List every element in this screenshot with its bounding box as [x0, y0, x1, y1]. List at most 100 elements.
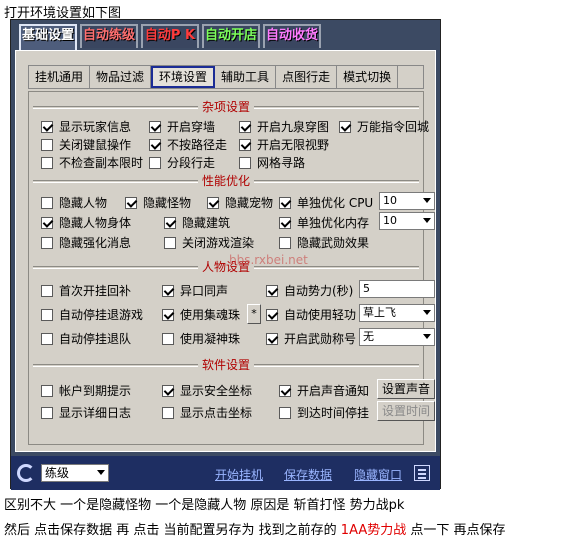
memory-select[interactable]: 10 — [379, 212, 435, 230]
tab-point-walk[interactable]: 点图行走 — [276, 66, 338, 88]
checkbox-icon[interactable] — [207, 196, 219, 209]
checkbox-optimize-memory[interactable]: 单独优化内存 — [279, 214, 369, 231]
checkbox-wall-pass[interactable]: 开启穿墙 — [149, 118, 215, 135]
checkbox-show-player-info[interactable]: 显示玩家信息 — [41, 118, 131, 135]
checkbox-icon[interactable] — [41, 156, 53, 169]
misc-section-title: 杂项设置 — [29, 98, 423, 115]
checkbox-no-dungeon-limit[interactable]: 不检查副本限时 — [41, 154, 143, 171]
checkbox-hide-monsters[interactable]: 隐藏怪物 — [125, 194, 191, 211]
checkbox-icon[interactable] — [41, 384, 53, 397]
checkbox-icon[interactable] — [149, 120, 161, 133]
checkbox-auto-qinggong[interactable]: 自动使用轻功 — [266, 306, 356, 323]
checkbox-icon[interactable] — [162, 332, 174, 345]
tab-general[interactable]: 挂机通用 — [29, 66, 91, 88]
checkbox-icon[interactable] — [279, 384, 291, 397]
checkbox-hide-pets[interactable]: 隐藏宠物 — [207, 194, 273, 211]
checkbox-icon[interactable] — [339, 120, 351, 133]
tab-auto-leveling[interactable]: 自动练级 — [80, 24, 138, 48]
checkbox-icon[interactable] — [41, 332, 53, 345]
checkbox-disable-input[interactable]: 关闭键鼠操作 — [41, 136, 131, 153]
checkbox-icon[interactable] — [41, 308, 53, 321]
tab-tools[interactable]: 辅助工具 — [215, 66, 277, 88]
tab-item-filter[interactable]: 物品过滤 — [90, 66, 152, 88]
checkbox-infinite-view[interactable]: 开启无限视野 — [239, 136, 329, 153]
checkbox-hide-honor-effect[interactable]: 隐藏武勋效果 — [279, 234, 369, 251]
qinggong-select[interactable]: 草上飞 — [359, 304, 435, 322]
checkbox-icon[interactable] — [266, 284, 278, 297]
checkbox-icon[interactable] — [279, 196, 291, 209]
checkbox-icon[interactable] — [279, 216, 291, 229]
checkbox-icon[interactable] — [266, 308, 278, 321]
checkbox-icon[interactable] — [162, 406, 174, 419]
checkbox-disable-render[interactable]: 关闭游戏渲染 — [164, 234, 254, 251]
checkbox-icon[interactable] — [279, 406, 291, 419]
checkbox-grid-path[interactable]: 网格寻路 — [239, 154, 305, 171]
checkbox-icon[interactable] — [41, 196, 53, 209]
sub-tabs: 挂机通用 物品过滤 环境设置 辅助工具 点图行走 模式切换 — [28, 65, 424, 89]
cpu-select[interactable]: 10 — [379, 192, 435, 210]
tab-auto-pk[interactable]: 自动P K — [141, 24, 199, 48]
power-seconds-input[interactable]: 5 — [359, 280, 435, 298]
checkbox-sound-notify[interactable]: 开启声音通知 — [279, 382, 369, 399]
checkbox-icon[interactable] — [41, 216, 53, 229]
checkbox-no-path[interactable]: 不按路径走 — [149, 136, 227, 153]
checkbox-icon[interactable] — [149, 138, 161, 151]
checkbox-honor-title[interactable]: 开启武勋称号 — [266, 330, 356, 347]
checkbox-icon[interactable] — [41, 138, 53, 151]
checkbox-icon[interactable] — [239, 138, 251, 151]
bot-window: 基础设置 自动练级 自动P K 自动开店 自动收货 挂机通用 物品过滤 环境设置… — [10, 19, 441, 490]
checkbox-time-stop[interactable]: 到达时间停挂 — [279, 404, 369, 421]
checkbox-icon[interactable] — [279, 236, 291, 249]
checkbox-icon[interactable] — [162, 308, 174, 321]
checkbox-expiry-reminder[interactable]: 帐户到期提示 — [41, 382, 131, 399]
checkbox-safe-coords[interactable]: 显示安全坐标 — [162, 382, 252, 399]
checkbox-universal-recall[interactable]: 万能指令回城 — [339, 118, 429, 135]
checkbox-hide-player-body[interactable]: 隐藏人物身体 — [41, 214, 131, 231]
checkbox-icon[interactable] — [266, 332, 278, 345]
tab-auto-purchase[interactable]: 自动收货 — [263, 24, 321, 48]
settings-panel: 挂机通用 物品过滤 环境设置 辅助工具 点图行走 模式切换 杂项设置 显示玩家信… — [15, 50, 436, 452]
watermark-text: bbs.rxbei.net — [229, 253, 308, 267]
checkbox-stop-leave-team[interactable]: 自动停挂退队 — [41, 330, 131, 347]
checkbox-click-coords[interactable]: 显示点击坐标 — [162, 404, 252, 421]
chevron-down-icon — [423, 198, 431, 203]
checkbox-hide-players[interactable]: 隐藏人物 — [41, 194, 107, 211]
tab-mode-switch[interactable]: 模式切换 — [337, 66, 399, 88]
checkbox-icon[interactable] — [41, 236, 53, 249]
set-sound-button[interactable]: 设置声音 — [377, 379, 435, 399]
checkbox-icon[interactable] — [149, 156, 161, 169]
checkbox-detailed-log[interactable]: 显示详细日志 — [41, 404, 131, 421]
checkbox-icon[interactable] — [41, 284, 53, 297]
checkbox-optimize-cpu[interactable]: 单独优化 CPU — [279, 194, 373, 211]
mode-select[interactable]: 练级 — [41, 464, 109, 482]
checkbox-use-focus-orb[interactable]: 使用凝神珠 — [162, 330, 240, 347]
checkbox-stop-exit-game[interactable]: 自动停挂退游戏 — [41, 306, 143, 323]
hide-window-button[interactable]: 隐藏窗口 — [354, 466, 402, 483]
checkbox-icon[interactable] — [162, 384, 174, 397]
checkbox-hide-buildings[interactable]: 隐藏建筑 — [164, 214, 230, 231]
checkbox-icon[interactable] — [239, 120, 251, 133]
checkbox-icon[interactable] — [164, 216, 176, 229]
checkbox-auto-power[interactable]: 自动势力(秒) — [266, 282, 353, 299]
tab-auto-shop[interactable]: 自动开店 — [202, 24, 260, 48]
checkbox-segment-walk[interactable]: 分段行走 — [149, 154, 215, 171]
tab-environment[interactable]: 环境设置 — [151, 66, 216, 88]
checkbox-jiuquan-pass[interactable]: 开启九泉穿图 — [239, 118, 329, 135]
checkbox-icon[interactable] — [162, 284, 174, 297]
save-data-button[interactable]: 保存数据 — [284, 466, 332, 483]
start-button[interactable]: 开始挂机 — [215, 466, 263, 483]
menu-icon[interactable] — [414, 465, 430, 481]
checkbox-icon[interactable] — [41, 120, 53, 133]
tab-basic-settings[interactable]: 基础设置 — [19, 24, 77, 51]
checkbox-first-refill[interactable]: 首次开挂回补 — [41, 282, 131, 299]
checkbox-icon[interactable] — [164, 236, 176, 249]
checkbox-icon[interactable] — [239, 156, 251, 169]
checkbox-unison[interactable]: 异口同声 — [162, 282, 228, 299]
set-time-button[interactable]: 设置时间 — [377, 401, 435, 421]
checkbox-hide-enhance-msg[interactable]: 隐藏强化消息 — [41, 234, 131, 251]
star-button[interactable]: * — [247, 304, 261, 324]
checkbox-use-soul-orb[interactable]: 使用集魂珠 — [162, 306, 240, 323]
checkbox-icon[interactable] — [41, 406, 53, 419]
title-select[interactable]: 无 — [359, 328, 435, 346]
checkbox-icon[interactable] — [125, 196, 137, 209]
